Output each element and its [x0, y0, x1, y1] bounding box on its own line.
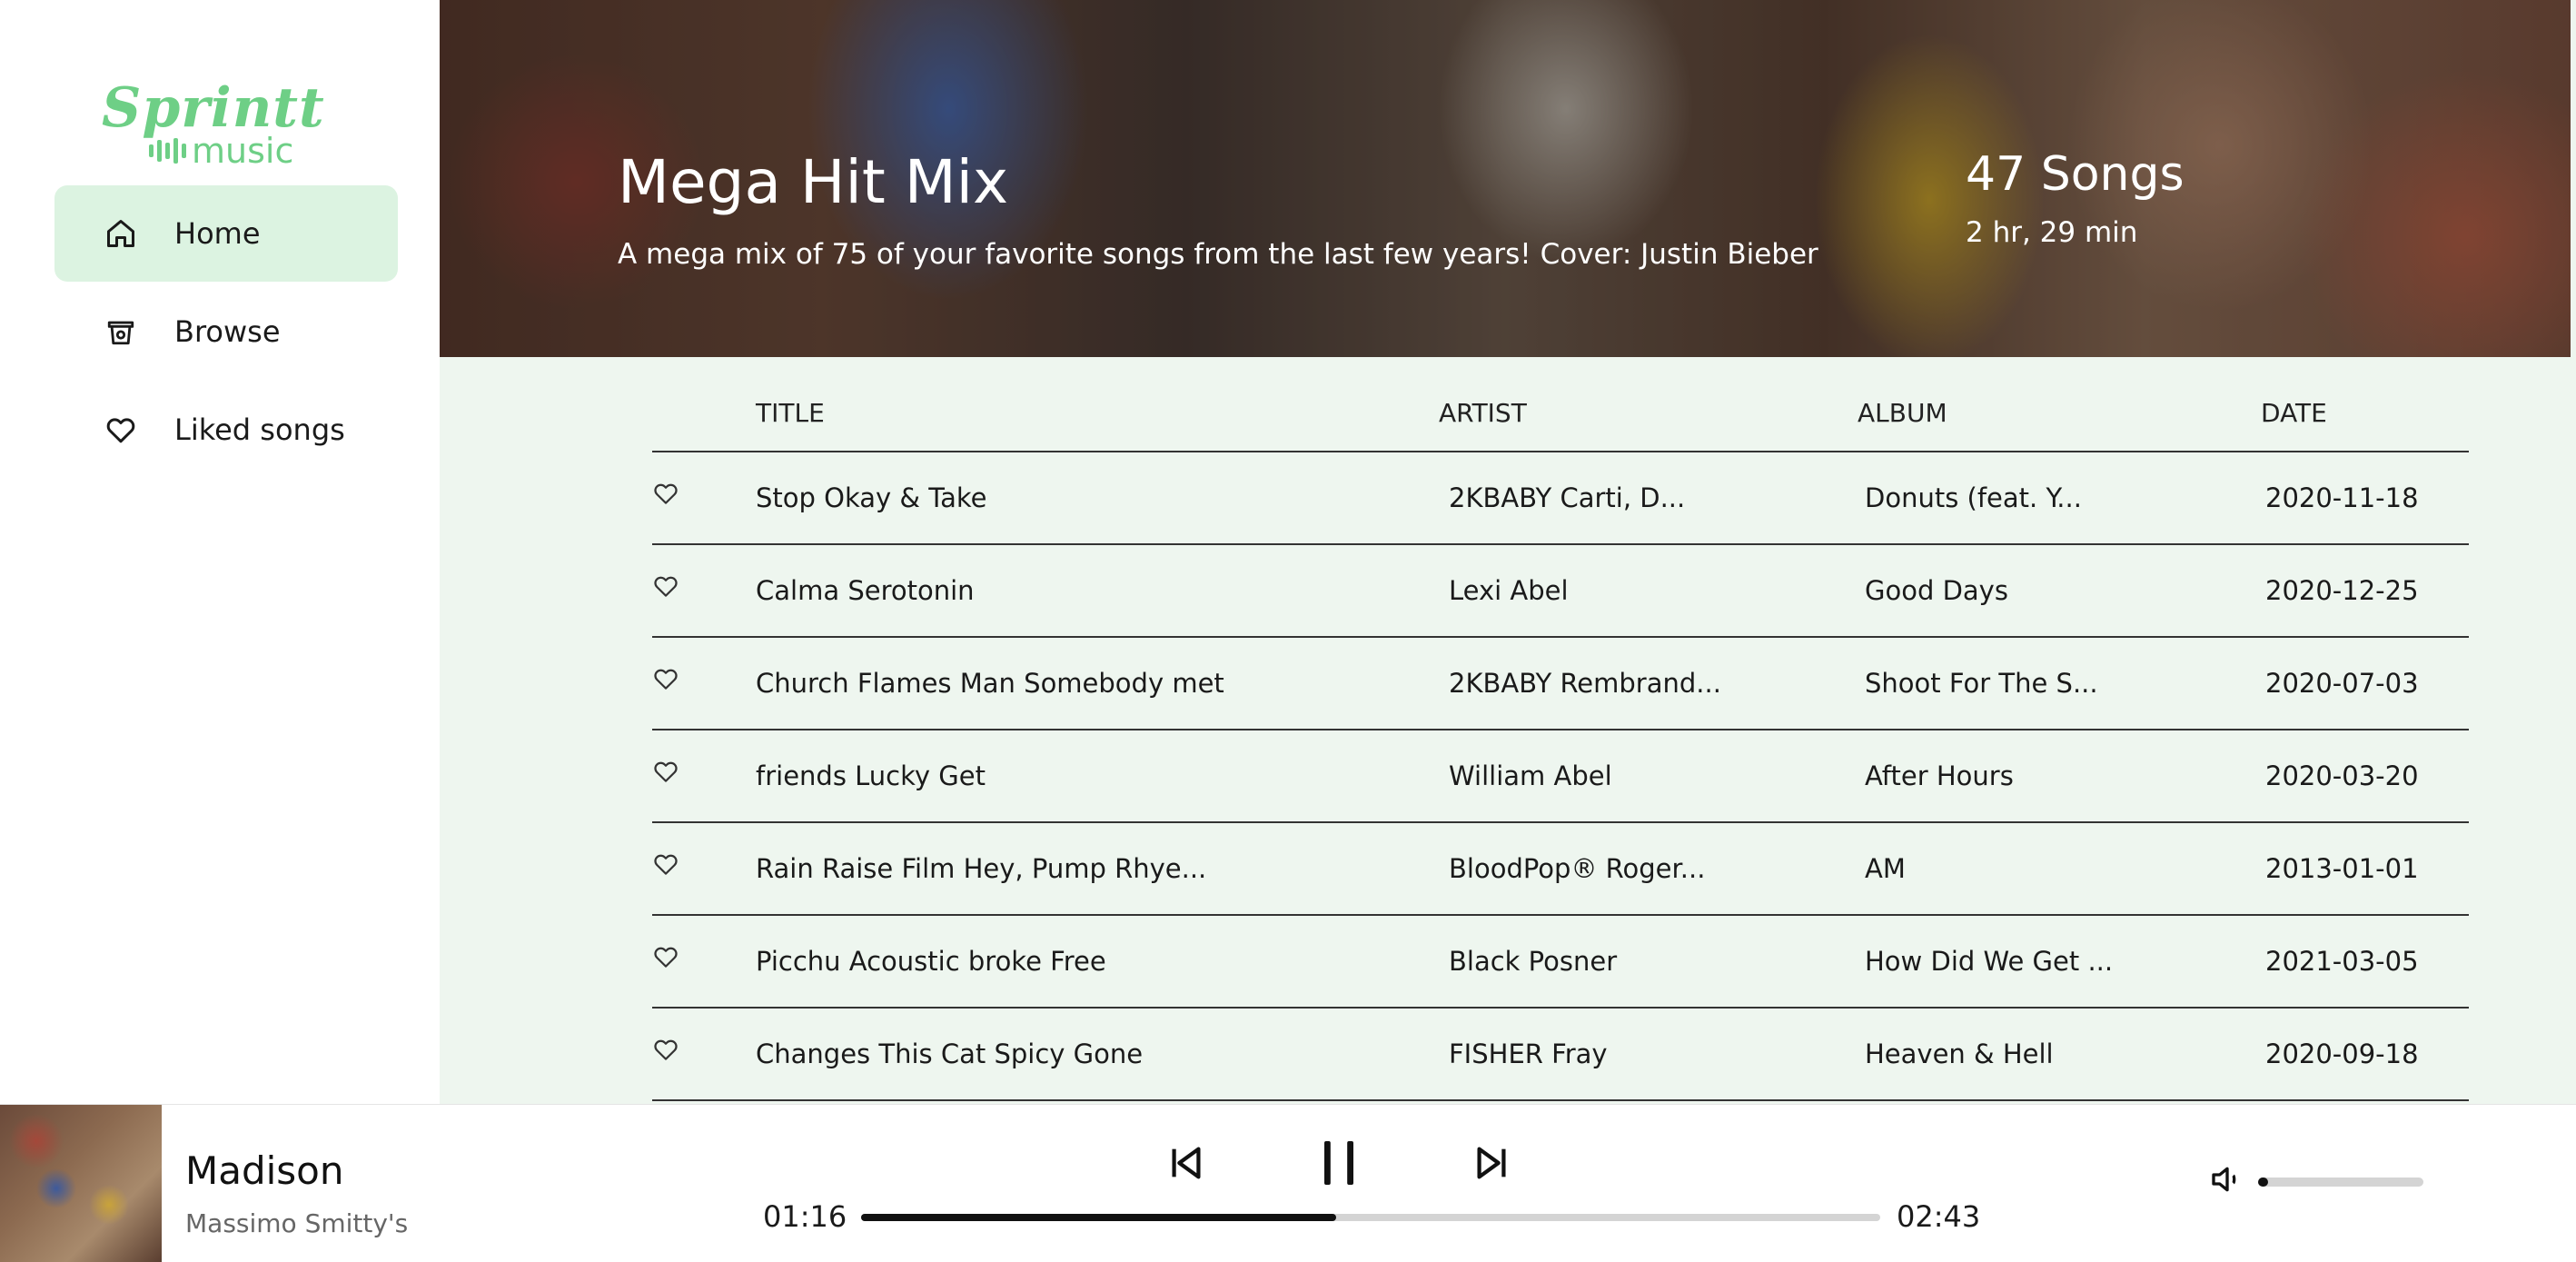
volume-button[interactable] [2207, 1161, 2247, 1201]
sidebar: Sprintt music Home Browse Liked songs [0, 0, 440, 1104]
song-artist[interactable]: Black Posner [1449, 946, 1617, 977]
song-title[interactable]: Stop Okay & Take [756, 482, 987, 513]
songs-table: TITLE ARTIST ALBUM DATE Stop Okay & Take… [652, 374, 2469, 1101]
column-header-date[interactable]: DATE [2261, 398, 2327, 428]
sprintt-music-logo[interactable]: Sprintt music [102, 80, 325, 169]
pause-button[interactable] [1315, 1141, 1362, 1188]
like-heart-icon[interactable] [652, 572, 679, 600]
song-title[interactable]: Church Flames Man Somebody met [756, 668, 1224, 699]
like-heart-icon[interactable] [652, 480, 679, 507]
now-playing-cover-art[interactable] [0, 1105, 162, 1262]
skip-forward-icon [1471, 1142, 1512, 1187]
song-title[interactable]: Calma Serotonin [756, 575, 975, 606]
song-date: 2020-11-18 [2265, 482, 2419, 513]
skip-back-button[interactable] [1163, 1141, 1210, 1188]
song-album[interactable]: How Did We Get ... [1865, 946, 2113, 977]
heart-icon [102, 411, 140, 449]
song-title[interactable]: Changes This Cat Spicy Gone [756, 1038, 1143, 1069]
song-artist[interactable]: Lexi Abel [1449, 575, 1569, 606]
volume-slider[interactable] [2258, 1178, 2423, 1187]
column-header-title[interactable]: TITLE [756, 398, 825, 428]
table-row[interactable]: Picchu Acoustic broke Free Black Posner Ho… [652, 916, 2469, 1009]
like-heart-icon[interactable] [652, 758, 679, 785]
volume-slider-fill [2258, 1178, 2268, 1187]
sidebar-nav: Home Browse Liked songs [54, 185, 398, 480]
song-date: 2013-01-01 [2265, 853, 2419, 884]
song-date: 2020-12-25 [2265, 575, 2419, 606]
pause-icon [1317, 1139, 1361, 1190]
playlist-title: Mega Hit Mix [618, 147, 1009, 217]
song-title[interactable]: friends Lucky Get [756, 760, 986, 791]
logo-wordmark-bottom: music [192, 131, 294, 171]
song-date: 2020-07-03 [2265, 668, 2419, 699]
sidebar-item-home[interactable]: Home [54, 185, 398, 282]
sidebar-item-browse[interactable]: Browse [54, 283, 398, 380]
playlist-duration: 2 hr, 29 min [1966, 216, 2138, 249]
song-title[interactable]: Rain Raise Film Hey, Pump Rhye... [756, 853, 1206, 884]
like-heart-icon[interactable] [652, 665, 679, 692]
like-heart-icon[interactable] [652, 850, 679, 878]
song-album[interactable]: Heaven & Hell [1865, 1038, 2054, 1069]
sidebar-item-liked-songs[interactable]: Liked songs [54, 382, 398, 478]
main-content: Mega Hit Mix A mega mix of 75 of your fa… [440, 0, 2576, 1104]
browse-icon [102, 313, 140, 351]
playlist-hero-banner: Mega Hit Mix A mega mix of 75 of your fa… [440, 0, 2571, 357]
song-date: 2020-09-18 [2265, 1038, 2419, 1069]
song-artist[interactable]: 2KBABY Rembrand... [1449, 668, 1721, 699]
table-row[interactable]: Stop Okay & Take 2KBABY Carti, D... Donuts… [652, 452, 2469, 545]
song-artist[interactable]: 2KBABY Carti, D... [1449, 482, 1685, 513]
song-date: 2020-03-20 [2265, 760, 2419, 791]
column-header-artist[interactable]: ARTIST [1439, 398, 1527, 428]
table-row[interactable]: Changes This Cat Spicy Gone FISHER Fray He… [652, 1009, 2469, 1101]
table-row[interactable]: Calma Serotonin Lexi Abel Good Days 2020-12… [652, 545, 2469, 638]
playlist-description: A mega mix of 75 of your favorite songs … [618, 238, 1818, 271]
song-artist[interactable]: William Abel [1449, 760, 1612, 791]
sound-bars-icon [149, 138, 186, 164]
song-date: 2021-03-05 [2265, 946, 2419, 977]
song-album[interactable]: After Hours [1865, 760, 2014, 791]
sidebar-item-label: Liked songs [174, 412, 345, 447]
progress-bar[interactable] [861, 1214, 1880, 1221]
table-row[interactable]: friends Lucky Get William Abel After Hours… [652, 730, 2469, 823]
total-time: 02:43 [1897, 1199, 1981, 1234]
song-album[interactable]: Shoot For The S... [1865, 668, 2098, 699]
table-row[interactable]: Rain Raise Film Hey, Pump Rhye... BloodPo… [652, 823, 2469, 916]
playlist-song-count: 47 Songs [1966, 147, 2185, 202]
skip-forward-button[interactable] [1468, 1141, 1515, 1188]
player-bar: Madison Massimo Smitty's 01:16 02:43 [0, 1104, 2576, 1262]
sidebar-item-label: Browse [174, 314, 281, 349]
song-artist[interactable]: BloodPop® Roger... [1449, 853, 1705, 884]
song-title[interactable]: Picchu Acoustic broke Free [756, 946, 1106, 977]
song-album[interactable]: AM [1865, 853, 1906, 884]
like-heart-icon[interactable] [652, 943, 679, 970]
volume-icon [2209, 1161, 2245, 1201]
now-playing-artist[interactable]: Massimo Smitty's [185, 1208, 408, 1238]
song-album[interactable]: Donuts (feat. Y... [1865, 482, 2082, 513]
table-header: TITLE ARTIST ALBUM DATE [652, 374, 2469, 452]
sidebar-item-label: Home [174, 216, 261, 251]
progress-bar-fill [861, 1214, 1336, 1221]
now-playing-title[interactable]: Madison [185, 1148, 344, 1193]
column-header-album[interactable]: ALBUM [1858, 398, 1947, 428]
home-icon [102, 214, 140, 253]
table-row[interactable]: Church Flames Man Somebody met 2KBABY Rem… [652, 638, 2469, 730]
logo-wordmark-top: Sprintt [102, 76, 325, 140]
song-artist[interactable]: FISHER Fray [1449, 1038, 1608, 1069]
like-heart-icon[interactable] [652, 1036, 679, 1063]
skip-back-icon [1165, 1142, 1207, 1187]
current-time: 01:16 [763, 1199, 847, 1234]
song-album[interactable]: Good Days [1865, 575, 2008, 606]
